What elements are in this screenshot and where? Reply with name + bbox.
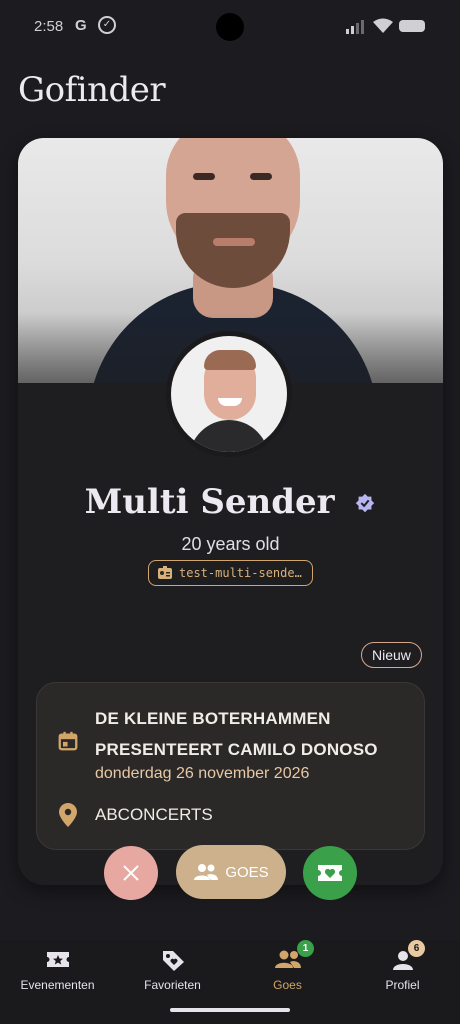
event-date: donderdag 26 november 2026 [95, 765, 310, 782]
profile-count-badge: 6 [408, 940, 425, 957]
calendar-icon [58, 731, 78, 751]
status-bar: 2:58 G ✓ [0, 0, 460, 56]
nav-goes[interactable]: 1 Goes [230, 940, 345, 992]
nav-favorieten-label: Favorieten [144, 978, 201, 992]
check-circle-icon: ✓ [98, 16, 116, 34]
verified-icon [356, 493, 375, 513]
ticket-star-icon [0, 948, 115, 974]
group-icon: 1 [230, 940, 345, 974]
reject-button[interactable] [104, 846, 158, 900]
avatar[interactable] [166, 331, 292, 457]
profile-name-text: Multi Sender [84, 482, 335, 522]
group-icon [194, 864, 219, 880]
tag-icon [115, 948, 230, 974]
profile-name: Multi Sender [18, 482, 443, 522]
nav-goes-label: Goes [273, 978, 302, 992]
goes-button[interactable]: GOES [176, 845, 286, 899]
event-venue: ABCONCERTS [95, 805, 213, 824]
id-badge-icon [158, 566, 172, 579]
status-time: 2:58 [34, 18, 64, 35]
profile-card[interactable]: Multi Sender 20 years old test-multi-sen… [18, 138, 443, 885]
goes-button-label: GOES [225, 863, 269, 881]
new-badge: Nieuw [361, 642, 422, 668]
signal-icon [346, 20, 364, 34]
username-text: test-multi-sende… [179, 566, 302, 580]
nav-profiel[interactable]: 6 Profiel [345, 940, 460, 992]
nav-profiel-label: Profiel [385, 978, 420, 992]
nav-favorieten[interactable]: Favorieten [115, 948, 230, 992]
nav-evenementen[interactable]: Evenementen [0, 948, 115, 992]
nav-evenementen-label: Evenementen [20, 978, 95, 992]
battery-icon [399, 20, 425, 32]
profile-age: 20 years old [181, 534, 280, 554]
google-icon: G [75, 17, 87, 34]
ticket-heart-icon [318, 865, 342, 881]
event-title-line1: DE KLEINE BOTERHAMMEN [95, 709, 331, 728]
event-card[interactable]: DE KLEINE BOTERHAMMEN PRESENTEERT CAMILO… [36, 682, 425, 850]
username-chip[interactable]: test-multi-sende… [148, 560, 313, 586]
event-title-line2: PRESENTEERT CAMILO DONOSO [95, 740, 378, 759]
location-pin-icon [59, 803, 77, 827]
close-icon [123, 865, 139, 881]
wifi-icon [373, 18, 393, 33]
camera-cutout [216, 13, 244, 41]
event-title: DE KLEINE BOTERHAMMEN PRESENTEERT CAMILO… [95, 703, 415, 765]
goes-count-badge: 1 [297, 940, 314, 957]
app-title: Gofinder [18, 70, 166, 110]
person-icon: 6 [345, 940, 460, 974]
ticket-button[interactable] [303, 846, 357, 900]
home-indicator[interactable] [170, 1008, 290, 1012]
